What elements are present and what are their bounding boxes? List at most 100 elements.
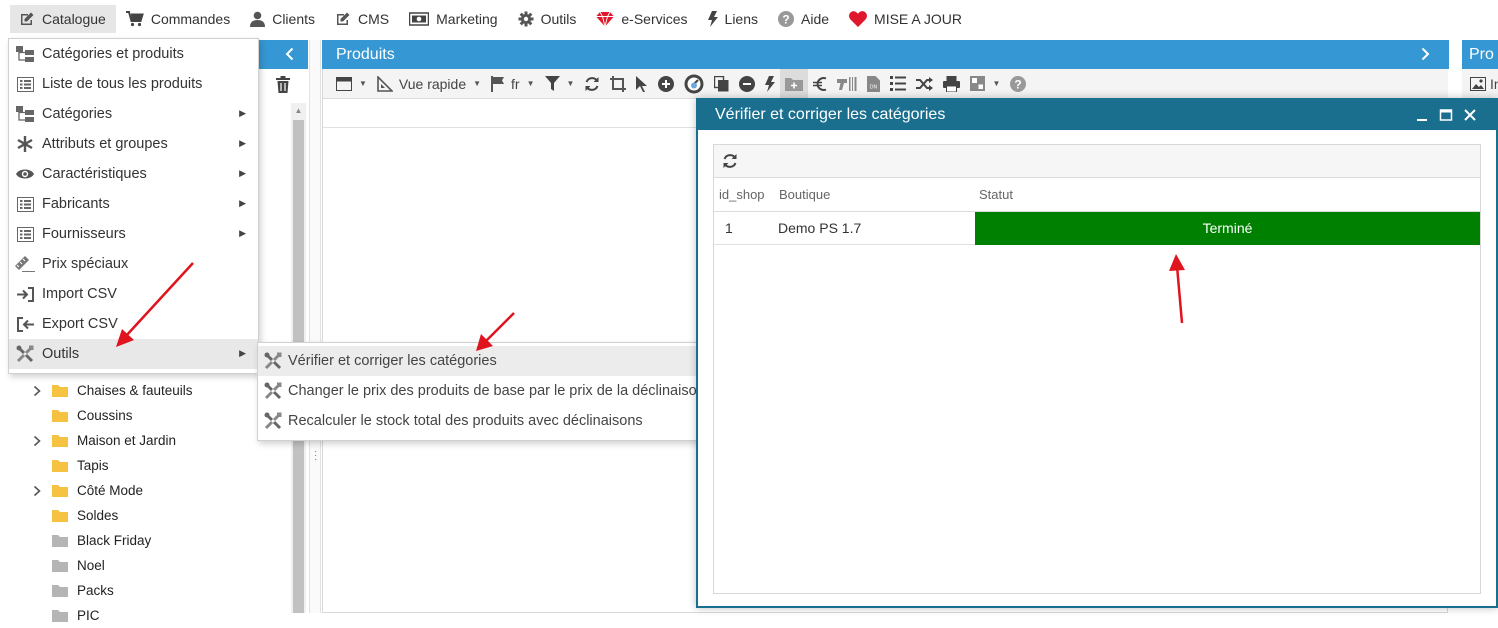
catalogue-menu-item-label: Import CSV (42, 286, 117, 302)
catalogue-menu-item-liste-de-tous-les-produits[interactable]: Liste de tous les produits (9, 69, 258, 99)
remove-button[interactable] (734, 69, 760, 99)
menu-outils-label: Outils (540, 11, 577, 27)
menu-aide[interactable]: ? Aide (769, 5, 839, 33)
catalogue-menu-item-import-csv[interactable]: Import CSV (9, 279, 258, 309)
scroll-up-arrow-icon[interactable]: ▲ (293, 106, 304, 116)
tools-submenu-item-label: Vérifier et corriger les catégories (288, 353, 497, 369)
tree-item[interactable]: Noel (30, 553, 105, 578)
tree-item[interactable]: Soldes (30, 503, 118, 528)
filter-button[interactable]: ▼ (540, 69, 580, 99)
catalogue-menu-item-export-csv[interactable]: Export CSV (9, 309, 258, 339)
tree-item[interactable]: Tapis (30, 453, 109, 478)
tree-item[interactable]: PIC (30, 603, 100, 628)
help-button[interactable]: ? (1005, 69, 1031, 99)
image-icon[interactable] (1470, 76, 1486, 91)
menu-clients[interactable]: Clients (241, 5, 325, 33)
menu-commandes[interactable]: Commandes (117, 5, 240, 33)
gear-icon (518, 11, 534, 27)
folder-icon (52, 534, 68, 547)
folder-icon (52, 409, 68, 422)
minimize-icon[interactable] (1414, 107, 1430, 123)
minus-circle-icon (739, 75, 756, 92)
tree-item[interactable]: Coussins (30, 403, 133, 428)
printer-icon (943, 75, 961, 92)
list-icon (15, 226, 35, 242)
menu-outils[interactable]: Outils (509, 5, 587, 33)
copy-icon (714, 75, 729, 92)
chevron-right-icon[interactable] (30, 485, 44, 497)
crop-button[interactable] (605, 69, 631, 99)
menu-e-services[interactable]: e-Services (587, 5, 697, 33)
barcode-button[interactable] (832, 69, 862, 99)
column-header-boutique[interactable]: Boutique (779, 178, 830, 212)
catalogue-menu-item-caracteristiques[interactable]: Caractéristiques ▶ (9, 159, 258, 189)
layout-button[interactable]: ▼ (965, 69, 1005, 99)
tree-item-label: Noel (77, 558, 105, 573)
tree-icon (15, 106, 35, 122)
quick-view-select[interactable]: Vue rapide ▼ (372, 69, 486, 99)
help-icon: ? (1010, 75, 1027, 92)
columns-button[interactable]: ▼ (331, 69, 372, 99)
duplicate-button[interactable] (709, 69, 734, 99)
catalogue-menu-item-fabricants[interactable]: Fabricants ▶ (9, 189, 258, 219)
dialog-titlebar[interactable]: Vérifier et corriger les catégories (698, 100, 1496, 130)
tree-item[interactable]: Packs (30, 578, 114, 603)
catalogue-menu-item-categories-et-produits[interactable]: Catégories et produits (9, 39, 258, 69)
refresh-icon[interactable] (722, 153, 738, 169)
refresh-button[interactable] (579, 69, 605, 99)
menu-mise-a-jour[interactable]: MISE A JOUR (840, 5, 972, 33)
product-details-title: Pro (1469, 46, 1494, 63)
column-header-id-shop[interactable]: id_shop (719, 178, 765, 212)
menu-marketing[interactable]: Marketing (400, 5, 507, 33)
price-button[interactable] (808, 69, 832, 99)
heart-icon (849, 11, 867, 27)
list-icon (15, 196, 35, 212)
panel-splitter[interactable]: · · · (309, 40, 321, 613)
gem-icon (596, 11, 615, 27)
pointer-button[interactable] (631, 69, 653, 99)
cell-id-shop: 1 (725, 220, 733, 236)
close-icon[interactable] (1462, 107, 1478, 123)
caret-right-icon: ▶ (239, 228, 246, 238)
bolt-icon (707, 11, 718, 27)
list-button[interactable] (885, 69, 911, 99)
tree-item[interactable]: Black Friday (30, 528, 151, 553)
cell-boutique: Demo PS 1.7 (778, 220, 862, 236)
tree-item-label: Maison et Jardin (77, 433, 177, 448)
catalogue-menu-item-prix-speciaux[interactable]: Prix spéciaux (9, 249, 258, 279)
tree-item[interactable]: Maison et Jardin (30, 428, 176, 453)
document-button[interactable]: DN (862, 69, 885, 99)
trash-icon[interactable] (276, 76, 290, 93)
tree-item-label: Black Friday (77, 533, 152, 548)
language-select[interactable]: fr ▼ (486, 69, 539, 99)
tree-item-label: Chaises & fauteuils (77, 383, 193, 398)
maximize-icon[interactable] (1438, 107, 1454, 123)
catalogue-menu-item-label: Catégories (42, 106, 113, 122)
move-to-category-button[interactable] (780, 68, 809, 99)
add-button[interactable] (653, 69, 679, 99)
catalogue-menu-item-attributs-et-groupes[interactable]: Attributs et groupes ▶ (9, 129, 258, 159)
menu-cms[interactable]: CMS (326, 5, 399, 33)
catalogue-menu-item-categories[interactable]: Catégories ▶ (9, 99, 258, 129)
catalogue-menu-item-outils[interactable]: Outils ▶ (9, 339, 258, 369)
chevron-left-icon[interactable] (282, 46, 298, 62)
document-icon: DN (867, 75, 881, 92)
catalogue-menu-item-fournisseurs[interactable]: Fournisseurs ▶ (9, 219, 258, 249)
bolt-button[interactable] (760, 69, 780, 99)
tree-item[interactable]: Côté Mode (30, 478, 143, 503)
user-icon (250, 11, 266, 27)
chevron-right-icon[interactable] (1417, 46, 1433, 62)
table-row[interactable]: 1 Demo PS 1.7 Terminé (714, 212, 1480, 245)
menu-liens[interactable]: Liens (699, 5, 768, 33)
shuffle-button[interactable] (911, 69, 938, 99)
speed-button[interactable] (679, 69, 709, 99)
column-header-statut[interactable]: Statut (979, 178, 1013, 212)
chevron-right-icon[interactable] (30, 435, 44, 447)
print-button[interactable] (938, 69, 965, 99)
splitter-grip-icon: · · · (314, 446, 318, 465)
sign-in-icon (15, 286, 35, 302)
catalogue-menu-item-label: Fabricants (42, 196, 110, 212)
chevron-right-icon[interactable] (30, 385, 44, 397)
menu-catalogue[interactable]: Catalogue (10, 5, 116, 33)
tree-item[interactable]: Chaises & fauteuils (30, 378, 193, 403)
